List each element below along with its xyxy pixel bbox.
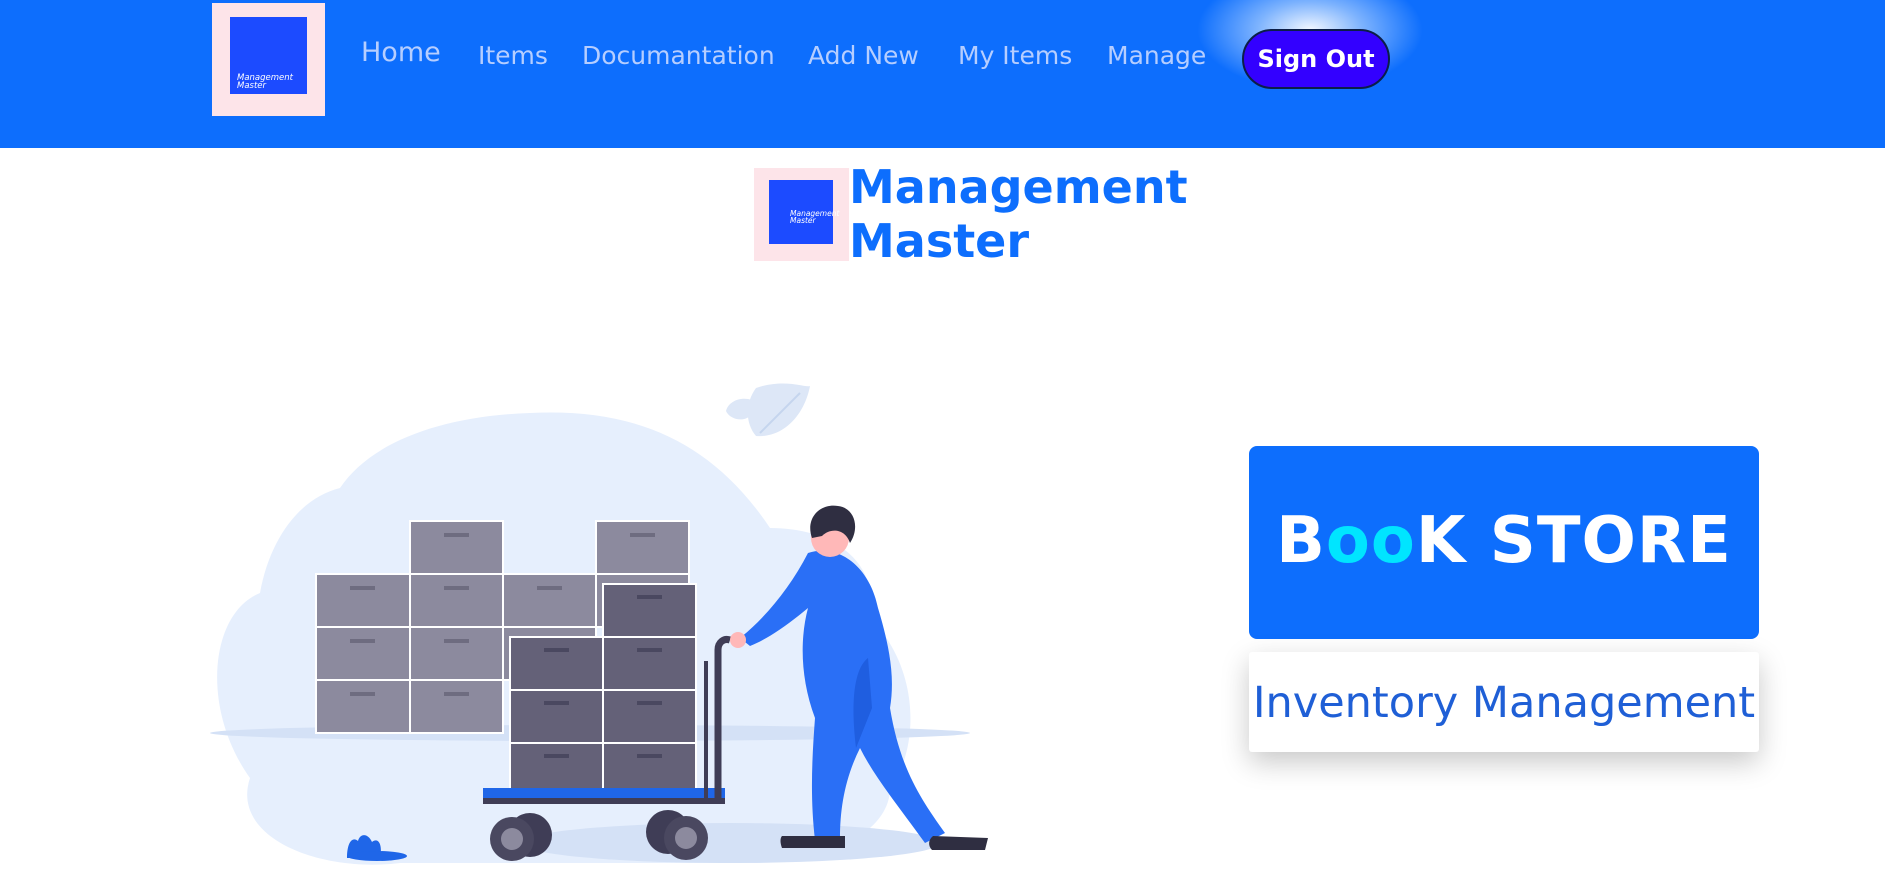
nav-add-new-link[interactable]: Add New	[808, 40, 919, 72]
nav-home-link[interactable]: Home	[361, 37, 441, 69]
nav-manage-link[interactable]: Manage	[1107, 40, 1206, 72]
ground-shadow	[520, 823, 940, 863]
inventory-subtitle: Inventory Management	[1252, 678, 1756, 728]
navbar: Management Master Home Items Documantati…	[0, 0, 1885, 170]
logo-square: Management Master	[230, 17, 307, 94]
logo-text: Management Master	[790, 209, 840, 225]
leaf-icon	[726, 398, 752, 420]
worker-hand	[730, 632, 746, 648]
sign-out-button[interactable]: Sign Out	[1242, 29, 1390, 89]
brand-title: Management Master	[849, 160, 1188, 268]
cart-base	[483, 798, 725, 804]
book-store-banner: BooK STORE	[1249, 446, 1759, 639]
worker-shoe	[929, 836, 988, 850]
nav-items-link[interactable]: Items	[478, 40, 548, 72]
book-store-title: BooK STORE	[1276, 504, 1732, 578]
brand-logo: Management Master	[754, 168, 849, 261]
hero-illustration	[210, 383, 988, 865]
worker-shoe	[780, 836, 845, 848]
leaf-icon	[747, 383, 810, 437]
plant-pot	[347, 851, 407, 861]
nav-documentation-link[interactable]: Documantation	[582, 40, 775, 72]
logo-text: Management Master	[237, 73, 293, 91]
logo-square: Management Master	[769, 180, 839, 244]
nav-logo[interactable]: Management Master	[212, 3, 325, 116]
nav-my-items-link[interactable]: My Items	[958, 40, 1072, 72]
inventory-card: Inventory Management	[1249, 652, 1759, 752]
